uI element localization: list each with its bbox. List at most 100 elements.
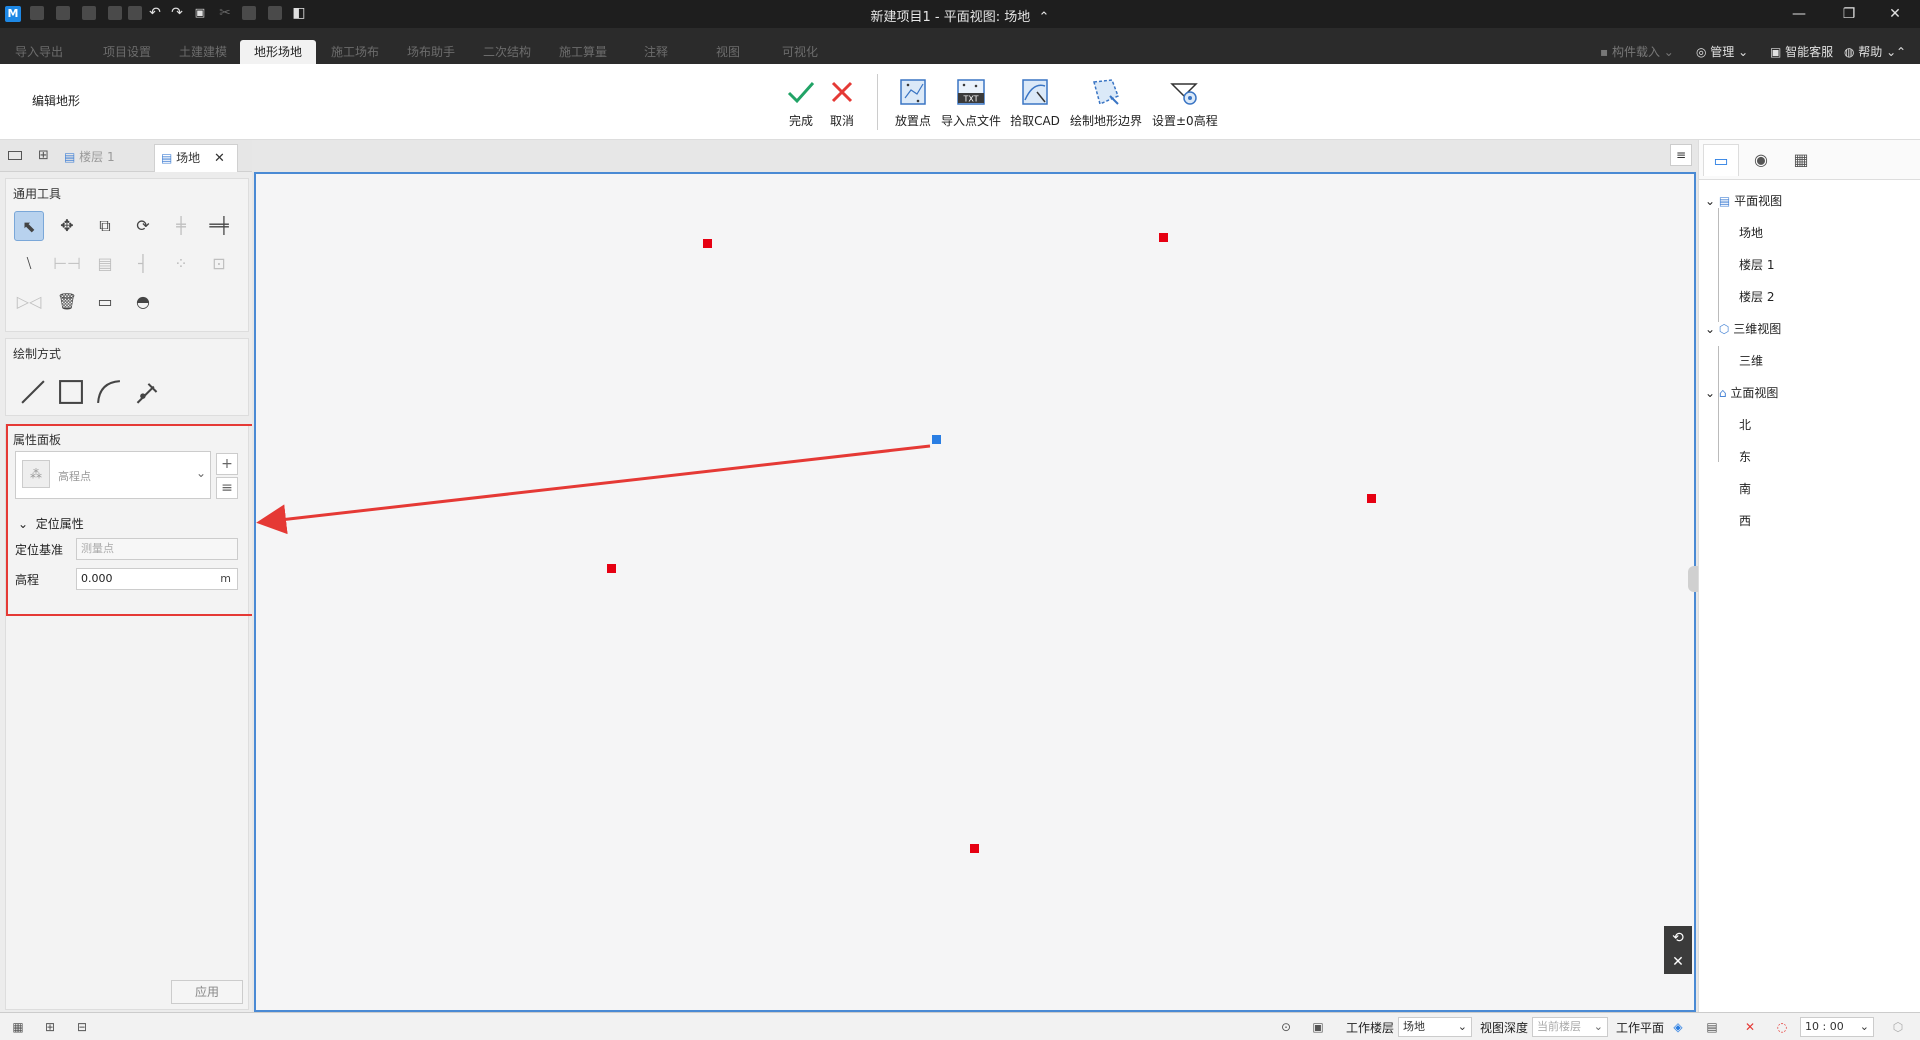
layout-single-icon[interactable]: ▦ <box>10 1019 26 1035</box>
tree-item-south[interactable]: 南 <box>1739 480 1751 497</box>
select-box-icon[interactable]: ▣ <box>193 6 207 20</box>
ortho-icon[interactable]: ◌ <box>1774 1019 1790 1035</box>
pick-draw-icon[interactable] <box>132 377 162 407</box>
tree-3d-view[interactable]: ⌄ ⬡ 三维视图 <box>1705 320 1781 337</box>
tree-elevation-view[interactable]: ⌄ ⌂ 立面视图 <box>1705 384 1778 401</box>
tree-item-north[interactable]: 北 <box>1739 416 1751 433</box>
close-view-icon[interactable]: ✕ <box>1664 950 1692 974</box>
collapse-ribbon-icon[interactable]: ⌃ <box>1896 42 1906 62</box>
tab-terrain-site[interactable]: 地形场地 <box>240 40 316 64</box>
tab-annotation[interactable]: 注释 <box>620 40 692 64</box>
grid-view-icon[interactable]: ⊞ <box>38 149 52 163</box>
tab-visualization[interactable]: 可视化 <box>762 40 838 64</box>
elevation-point[interactable] <box>703 239 712 248</box>
component-tab-icon[interactable]: ▦ <box>1783 144 1819 176</box>
place-point-button[interactable]: 放置点 <box>890 76 936 136</box>
tree-item-floor1[interactable]: 楼层 1 <box>1739 256 1774 273</box>
offset-tool-icon[interactable]: ▤ <box>90 249 120 279</box>
single-view-icon[interactable] <box>8 151 22 160</box>
cube-view-icon[interactable]: ◧ <box>292 6 306 20</box>
tab-secondary-structure[interactable]: 二次结构 <box>468 40 546 64</box>
pick-cad-button[interactable]: 拾取CAD <box>1010 76 1060 136</box>
import-points-button[interactable]: TXT 导入点文件 <box>940 76 1002 136</box>
draw-terrain-boundary-button[interactable]: 绘制地形边界 <box>1068 76 1144 136</box>
rectangle-draw-icon[interactable] <box>56 377 86 407</box>
site-viewport[interactable]: ⟲ ✕ <box>254 172 1700 1012</box>
copy-tool-icon[interactable]: ⧉ <box>90 211 120 241</box>
visibility-tab-icon[interactable]: ◉ <box>1743 144 1779 176</box>
tab-quantity[interactable]: 施工算量 <box>544 40 622 64</box>
break-tool-icon[interactable]: ═╪ <box>204 211 234 241</box>
view-browser-tab-icon[interactable]: ▭ <box>1703 144 1739 176</box>
apply-button[interactable]: 应用 <box>171 980 243 1004</box>
line-draw-icon[interactable] <box>18 377 48 407</box>
delete-tool-icon[interactable]: 🗑 <box>52 287 82 317</box>
settings-cube-icon[interactable]: ⬡ <box>1890 1019 1906 1035</box>
redo-icon[interactable]: ↷ <box>170 6 184 20</box>
reset-view-icon[interactable]: ⟲ <box>1664 926 1692 950</box>
tree-item-west[interactable]: 西 <box>1739 512 1751 529</box>
work-floor-select[interactable]: 场地 ⌄ <box>1398 1017 1472 1037</box>
zoom-fit-icon[interactable]: ⊙ <box>1278 1019 1294 1035</box>
rotate-tool-icon[interactable]: ⟳ <box>128 211 158 241</box>
open-file-icon[interactable] <box>56 6 70 20</box>
close-tab-icon[interactable]: ✕ <box>214 151 225 166</box>
smart-service-button[interactable]: ▣ 智能客服 <box>1770 42 1833 62</box>
elevation-point[interactable] <box>607 564 616 573</box>
elevation-point[interactable] <box>970 844 979 853</box>
tab-project-settings[interactable]: 项目设置 <box>88 40 166 64</box>
tab-view[interactable]: 视图 <box>690 40 766 64</box>
layout-multi-icon[interactable]: ⊟ <box>74 1019 90 1035</box>
angle-tool-icon[interactable]: ◓ <box>128 287 158 317</box>
tab-construction-layout[interactable]: 施工场布 <box>316 40 394 64</box>
tab-civil-modeling[interactable]: 土建建模 <box>164 40 242 64</box>
scale-select[interactable]: 10 : 00 ⌄ <box>1800 1017 1874 1037</box>
tab-layout-assistant[interactable]: 场布助手 <box>392 40 470 64</box>
paste-icon[interactable] <box>268 6 282 20</box>
arc-draw-icon[interactable] <box>94 377 124 407</box>
select-tool-icon[interactable]: ⬉ <box>14 211 44 241</box>
finish-button[interactable]: 完成 <box>781 76 821 136</box>
canvas-menu-button[interactable]: ≡ <box>1670 144 1692 166</box>
snap-off-icon[interactable]: ✕ <box>1742 1019 1758 1035</box>
save-as-icon[interactable] <box>108 6 122 20</box>
print-icon[interactable] <box>128 6 142 20</box>
tree-item-east[interactable]: 东 <box>1739 448 1751 465</box>
tree-plan-view[interactable]: ⌄ ▤ 平面视图 <box>1705 192 1782 209</box>
tree-item-site[interactable]: 场地 <box>1739 224 1763 241</box>
cut-icon[interactable]: ✂ <box>218 6 232 20</box>
extend-tool-icon[interactable]: ┤ <box>128 249 158 279</box>
cancel-button[interactable]: 取消 <box>822 76 862 136</box>
work-plane-icon[interactable]: ◈ <box>1670 1019 1686 1035</box>
snapshot-icon[interactable]: ▣ <box>1310 1019 1326 1035</box>
restore-button[interactable]: ❐ <box>1834 4 1864 24</box>
group-tool-icon[interactable]: ⊡ <box>204 249 234 279</box>
tab-site[interactable]: ▤ 场地 ✕ <box>154 144 238 172</box>
tree-item-3d[interactable]: 三维 <box>1739 352 1763 369</box>
elevation-point[interactable] <box>1367 494 1376 503</box>
title-chevron-icon[interactable]: ⌃ <box>1039 10 1050 25</box>
selected-elevation-point[interactable] <box>932 435 941 444</box>
close-window-button[interactable]: ✕ <box>1880 4 1910 24</box>
tree-item-floor2[interactable]: 楼层 2 <box>1739 288 1774 305</box>
minimize-button[interactable]: — <box>1784 4 1814 24</box>
elevation-point[interactable] <box>1159 233 1168 242</box>
new-file-icon[interactable] <box>30 6 44 20</box>
split-tool-icon[interactable]: ╪ <box>166 211 196 241</box>
align-tool-icon[interactable]: ⊢⊣ <box>52 249 82 279</box>
view-depth-select[interactable]: 当前楼层 ⌄ <box>1532 1017 1608 1037</box>
trim-tool-icon[interactable]: ⧵ <box>14 249 44 279</box>
measure-tool-icon[interactable]: ▭ <box>90 287 120 317</box>
mirror-tool-icon[interactable]: ▷◁ <box>14 287 44 317</box>
save-icon[interactable] <box>82 6 96 20</box>
help-button[interactable]: ◍ 帮助 ⌄ <box>1844 42 1896 62</box>
grid-snap-icon[interactable]: ▤ <box>1704 1019 1720 1035</box>
set-zero-elevation-button[interactable]: 设置±0高程 <box>1152 76 1218 136</box>
tab-floor1[interactable]: ▤ 楼层 1 <box>64 146 115 168</box>
manage-button[interactable]: ◎ 管理 ⌄ <box>1696 42 1748 62</box>
undo-icon[interactable]: ↶ <box>148 6 162 20</box>
component-load-button[interactable]: ▪ 构件载入 ⌄ <box>1600 42 1674 62</box>
array-tool-icon[interactable]: ⁘ <box>166 249 196 279</box>
layout-split-icon[interactable]: ⊞ <box>42 1019 58 1035</box>
move-tool-icon[interactable]: ✥ <box>52 211 82 241</box>
